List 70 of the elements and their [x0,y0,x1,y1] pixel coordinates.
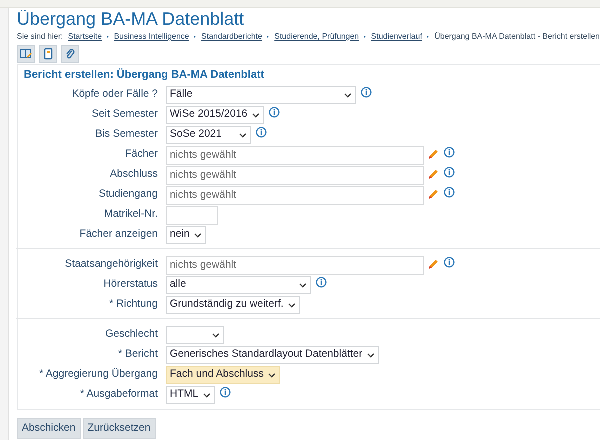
field-label: Fächer anzeigen [78,227,159,241]
field-label: Abschluss [109,167,159,181]
field-label: * Richtung [108,297,159,311]
select-field[interactable]: Fach und Abschluss [166,366,280,384]
select-field[interactable]: WiSe 2015/2016 [166,106,264,124]
info-icon[interactable] [361,87,372,98]
chevron-down-icon [239,132,247,138]
info-icon[interactable] [444,257,455,268]
info-icon[interactable] [268,107,280,118]
field-label: Staatsangehörigkeit [64,257,159,271]
chevron-down-icon [252,112,260,118]
form-button[interactable]: Abschicken [17,418,81,439]
page-title: Übergang BA-MA Datenblatt [17,9,246,30]
info-icon[interactable] [444,167,455,178]
breadcrumb-link[interactable]: Business Intelligence [114,31,190,43]
pencil-icon[interactable] [427,189,439,201]
pencil-icon[interactable] [427,149,439,161]
input-field[interactable] [166,206,218,224]
info-icon[interactable] [444,147,455,158]
chevron-down-icon [344,92,352,98]
input-field[interactable]: nichts gewählt [166,256,424,274]
input-field[interactable]: nichts gewählt [166,186,424,204]
breadcrumb-current: Übergang BA-MA Datenblatt - Bericht erstellen [434,31,600,43]
pencil-icon[interactable] [427,259,439,271]
field-label: * Aggregierung Übergang [38,367,159,381]
chevron-down-icon [212,332,220,338]
breadcrumb-label: Sie sind hier: [17,31,64,43]
document-button[interactable] [39,45,57,63]
chevron-down-icon [299,282,307,288]
field-label: Geschlecht [104,327,159,341]
breadcrumb-link[interactable]: Standardberichte [202,31,262,43]
select-field[interactable]: alle [166,276,311,294]
info-icon[interactable] [444,187,455,198]
info-icon[interactable] [316,277,327,288]
select-field[interactable]: nein [166,226,206,244]
book-icon [20,48,32,60]
form-heading: Bericht erstellen: Übergang BA-MA Datenblatt [24,68,266,82]
form-button[interactable]: Zurücksetzen [82,418,156,439]
field-label: Hörerstatus [102,277,159,291]
chevron-down-icon [202,392,211,398]
field-label: Köpfe oder Fälle ? [71,87,159,101]
info-icon[interactable] [256,127,267,138]
select-field[interactable]: SoSe 2021 [166,126,251,144]
select-field[interactable]: HTML [166,386,215,404]
pencil-icon[interactable] [427,169,439,181]
paperclip-button[interactable] [61,45,79,63]
chevron-down-icon [288,302,296,308]
input-field[interactable]: nichts gewählt [166,166,424,184]
input-field[interactable]: nichts gewählt [166,146,424,164]
chevron-down-icon [366,352,375,358]
paperclip-icon [64,48,76,60]
breadcrumb-link[interactable]: Studienverlauf [371,31,422,43]
select-field[interactable] [166,326,224,344]
breadcrumb-link[interactable]: Startseite [68,31,102,43]
select-field[interactable]: Generisches Standardlayout Datenblätter [166,346,379,364]
book-button[interactable] [17,45,35,63]
field-label: Studiengang [98,187,159,201]
field-label: Fächer [124,147,159,161]
select-field[interactable]: Grundständig zu weiterf. [166,296,300,314]
info-icon[interactable] [220,387,231,398]
field-label: Matrikel-Nr. [103,207,159,221]
field-label: Seit Semester [91,107,159,121]
document-icon [42,48,54,60]
field-label: * Ausgabeformat [79,387,159,401]
field-label: Bis Semester [94,127,159,141]
chevron-down-icon [268,372,276,378]
breadcrumb-link[interactable]: Studierende, Prüfungen [274,31,360,43]
chevron-down-icon [194,232,202,238]
field-label: * Bericht [117,347,159,361]
select-field[interactable]: Fälle [166,86,356,104]
